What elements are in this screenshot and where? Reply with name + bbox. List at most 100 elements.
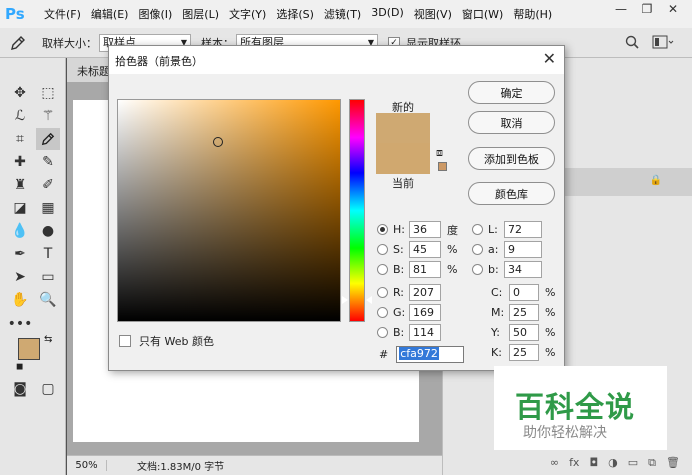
marquee-tool-icon[interactable]: ⬚ [36, 82, 60, 104]
red-radio[interactable] [377, 287, 388, 298]
eraser-tool-icon[interactable]: ◪ [8, 197, 32, 219]
saturation-input[interactable]: 45 [409, 241, 441, 258]
hue-slider-handle-left[interactable] [342, 295, 348, 304]
link-layers-icon[interactable]: ∞ [550, 456, 559, 469]
layer-row[interactable]: 🔒 [563, 168, 692, 196]
a-channel-input[interactable]: 9 [504, 241, 542, 258]
restore-button[interactable]: ❐ [634, 0, 660, 18]
add-to-swatches-button[interactable]: 添加到色板 [468, 147, 555, 170]
red-input[interactable]: 207 [409, 284, 441, 301]
web-colors-only[interactable]: 只有 Web 颜色 [119, 333, 214, 349]
menu-bar: Ps 文件(F) 编辑(E) 图像(I) 图层(L) 文字(Y) 选择(S) 滤镜(T) 3D… [0, 0, 692, 28]
current-color-swatch[interactable] [376, 143, 430, 174]
hex-input[interactable]: cfa972 [396, 346, 465, 363]
menu-item-6[interactable]: 滤镜(T) [319, 6, 366, 22]
brightness-input[interactable]: 81 [409, 261, 441, 278]
workspace-icon[interactable] [652, 34, 674, 53]
type-tool-icon[interactable]: T [36, 243, 60, 265]
delete-layer-icon[interactable]: 🗑 [666, 456, 680, 469]
green-radio[interactable] [377, 307, 388, 318]
close-icon[interactable]: ✕ [543, 49, 556, 68]
new-layer-icon[interactable]: ⧉ [648, 456, 656, 470]
tools-panel: ✥ ⬚ ℒ ⚚ ⌗ ✚ ✎ ♜ ✐ ◪ ▦ 💧 ● ✒ T ➤ ▭ ✋ 🔍 ••… [0, 58, 66, 475]
lasso-tool-icon[interactable]: ℒ [8, 105, 32, 127]
minimize-button[interactable]: — [608, 0, 634, 18]
new-group-icon[interactable]: ▭ [628, 456, 638, 469]
rectangle-tool-icon[interactable]: ▭ [36, 266, 60, 288]
lightness-input[interactable]: 72 [504, 221, 542, 238]
menu-item-3[interactable]: 图层(L) [177, 6, 224, 22]
brush-tool-icon[interactable]: ✎ [36, 151, 60, 173]
screen-mode-icon[interactable]: ▢ [36, 378, 60, 400]
more-tools-icon[interactable]: ••• [8, 313, 33, 335]
b-channel-radio[interactable] [472, 264, 483, 275]
layer-mask-icon[interactable]: ◘ [589, 456, 598, 469]
move-tool-icon[interactable]: ✥ [8, 82, 32, 104]
menu-item-8[interactable]: 视图(V) [409, 6, 457, 22]
magic-wand-tool-icon[interactable]: ⚚ [36, 105, 60, 127]
hue-slider[interactable] [349, 99, 365, 322]
ok-button[interactable]: 确定 [468, 81, 555, 104]
websafe-cube-icon[interactable]: ⧈ [436, 146, 443, 160]
lightness-radio[interactable] [472, 224, 483, 235]
a-channel-radio[interactable] [472, 244, 483, 255]
hue-input[interactable]: 36 [409, 221, 441, 238]
blue-radio[interactable] [377, 327, 388, 338]
web-colors-checkbox[interactable] [119, 335, 131, 347]
red-field-row: R: 207 [377, 284, 441, 301]
document-tab[interactable]: 未标题 [67, 58, 109, 82]
menu-item-1[interactable]: 编辑(E) [86, 6, 134, 22]
magenta-input[interactable]: 25 [509, 304, 539, 321]
b-channel-input[interactable]: 34 [504, 261, 542, 278]
color-picker-dialog: 拾色器（前景色） ✕ 只有 Web 颜色 新的 当前 ⧈ 确定 取消 添加到色板… [108, 45, 565, 371]
default-colors-icon[interactable]: ◼ [16, 362, 23, 372]
path-selection-tool-icon[interactable]: ➤ [8, 266, 32, 288]
dodge-tool-icon[interactable]: ● [36, 220, 60, 242]
menu-item-9[interactable]: 窗口(W) [457, 6, 508, 22]
cyan-field-row: C: 0% [491, 284, 556, 301]
clone-stamp-tool-icon[interactable]: ♜ [8, 174, 32, 196]
zoom-tool-icon[interactable]: 🔍 [36, 289, 60, 311]
blur-tool-icon[interactable]: 💧 [8, 220, 32, 242]
lock-icon: 🔒 [649, 175, 662, 186]
swap-colors-icon[interactable]: ⇆ [44, 334, 52, 345]
pen-tool-icon[interactable]: ✒ [8, 243, 32, 265]
saturation-radio[interactable] [377, 244, 388, 255]
yellow-input[interactable]: 50 [509, 324, 539, 341]
hand-tool-icon[interactable]: ✋ [8, 289, 32, 311]
cancel-button[interactable]: 取消 [468, 111, 555, 134]
menu-item-4[interactable]: 文字(Y) [224, 6, 271, 22]
menu-item-7[interactable]: 3D(D) [366, 6, 409, 22]
new-color-swatch [376, 113, 430, 143]
foreground-color-swatch[interactable] [18, 338, 40, 360]
cyan-input[interactable]: 0 [509, 284, 539, 301]
eyedropper-tool-preset-icon[interactable] [0, 31, 36, 55]
brightness-radio[interactable] [377, 264, 388, 275]
black-input[interactable]: 25 [509, 344, 539, 361]
document-info[interactable]: 文档:1.83M/0 字节 [137, 458, 224, 473]
close-window-button[interactable]: ✕ [660, 0, 686, 18]
saturation-brightness-field[interactable] [117, 99, 341, 322]
search-icon[interactable] [624, 34, 640, 53]
websafe-color-swatch[interactable] [438, 162, 447, 171]
menu-item-0[interactable]: 文件(F) [39, 6, 86, 22]
gradient-tool-icon[interactable]: ▦ [36, 197, 60, 219]
history-brush-tool-icon[interactable]: ✐ [36, 174, 60, 196]
blue-input[interactable]: 114 [409, 324, 441, 341]
zoom-level[interactable]: 50% [67, 460, 107, 471]
quick-mask-icon[interactable]: ◙ [8, 378, 32, 400]
color-selector-circle[interactable] [212, 136, 223, 147]
crop-tool-icon[interactable]: ⌗ [8, 128, 32, 150]
layer-style-icon[interactable]: fx [569, 456, 579, 469]
color-libraries-button[interactable]: 颜色库 [468, 182, 555, 205]
green-field-row: G: 169 [377, 304, 441, 321]
menu-item-2[interactable]: 图像(I) [133, 6, 177, 22]
eyedropper-tool-icon[interactable] [36, 128, 60, 150]
menu-item-10[interactable]: 帮助(H) [508, 6, 557, 22]
hue-radio[interactable] [377, 224, 388, 235]
adjustment-layer-icon[interactable]: ◑ [608, 456, 618, 469]
hue-slider-handle-right[interactable] [366, 295, 372, 304]
healing-brush-tool-icon[interactable]: ✚ [8, 151, 32, 173]
green-input[interactable]: 169 [409, 304, 441, 321]
menu-item-5[interactable]: 选择(S) [271, 6, 319, 22]
